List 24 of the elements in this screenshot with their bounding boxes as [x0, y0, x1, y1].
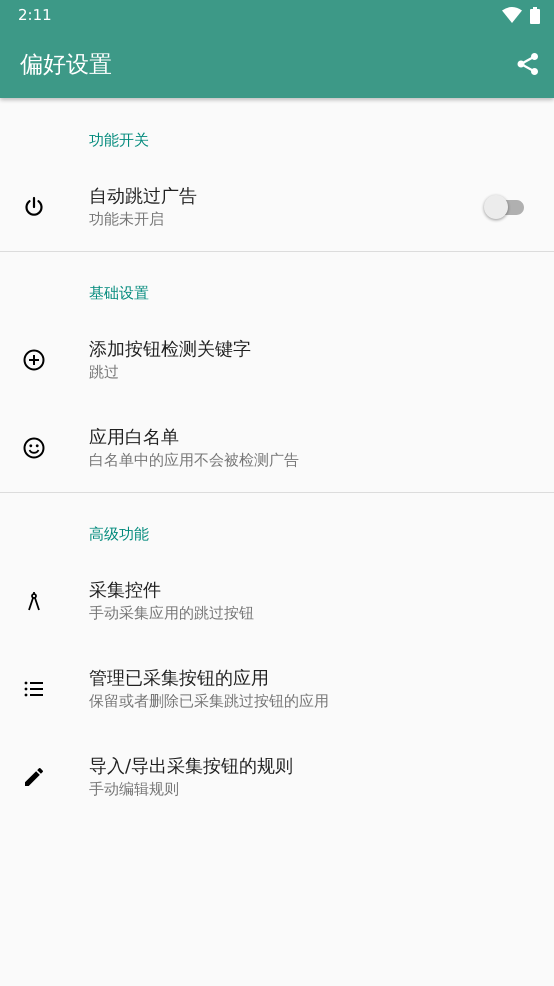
- section-header: 功能开关: [89, 130, 149, 151]
- toggle-switch[interactable]: [484, 195, 524, 219]
- app-bar-title: 偏好设置: [20, 50, 113, 80]
- preference-summary: 保留或者删除已采集跳过按钮的应用: [89, 690, 329, 712]
- battery-icon: [530, 6, 540, 24]
- preference-title[interactable]: 导入/导出采集按钮的规则: [89, 754, 294, 778]
- pencil-icon: [22, 765, 46, 789]
- add-circle-icon: [22, 348, 46, 372]
- preference-title[interactable]: 应用白名单: [89, 426, 179, 450]
- preference-summary: 功能未开启: [89, 208, 164, 230]
- share-icon[interactable]: [516, 52, 540, 76]
- wifi-icon: [502, 7, 522, 23]
- preference-summary: 跳过: [89, 362, 119, 382]
- preference-title[interactable]: 自动跳过广告: [89, 184, 197, 208]
- section-header: 高级功能: [89, 524, 149, 545]
- preference-title[interactable]: 采集控件: [89, 578, 161, 602]
- preference-summary: 手动采集应用的跳过按钮: [89, 602, 254, 624]
- preference-title[interactable]: 管理已采集按钮的应用: [89, 666, 269, 690]
- smiley-icon: [22, 436, 46, 460]
- section-header: 基础设置: [89, 283, 149, 304]
- preference-title[interactable]: 添加按钮检测关键字: [89, 338, 251, 362]
- status-time: 2:11: [18, 6, 53, 24]
- preference-summary: 白名单中的应用不会被检测广告: [89, 450, 299, 470]
- preference-summary: 手动编辑规则: [89, 778, 179, 800]
